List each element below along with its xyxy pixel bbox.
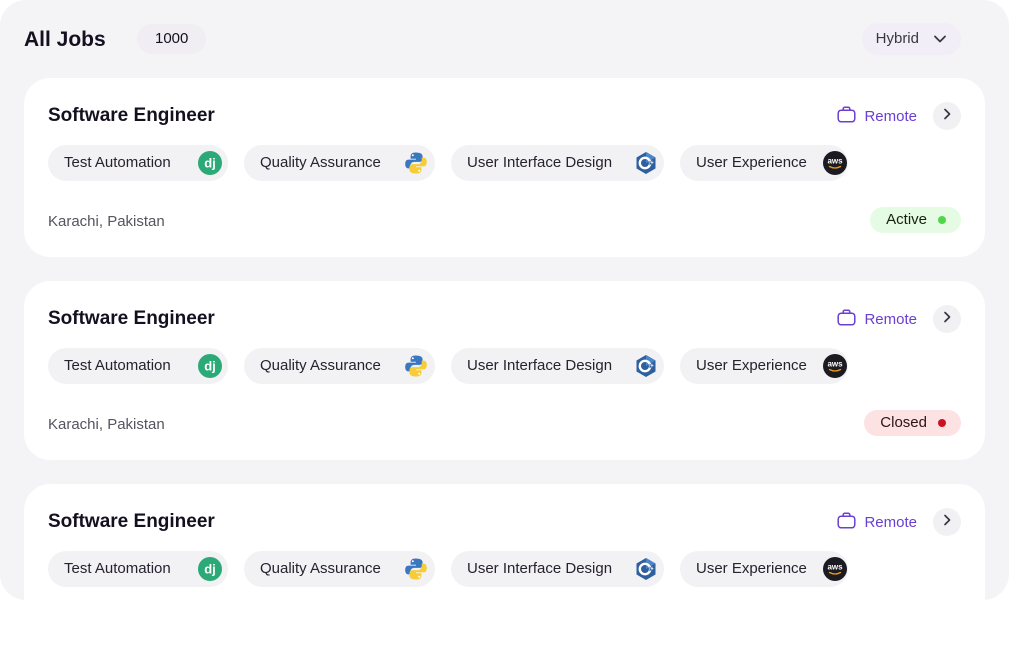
job-card[interactable]: Software Engineer Remote Test Automation…	[24, 484, 985, 663]
job-card[interactable]: Software Engineer Remote Test Automation…	[24, 78, 985, 257]
skill-label: User Interface Design	[467, 154, 613, 171]
open-job-button[interactable]	[933, 102, 961, 130]
job-count-badge: 1000	[137, 24, 207, 54]
skill-label: Quality Assurance	[260, 560, 381, 577]
skill-label: User Experience	[696, 357, 807, 374]
skill-label: Test Automation	[64, 357, 171, 374]
skill-label: User Interface Design	[467, 560, 613, 577]
briefcase-icon	[837, 512, 857, 533]
skill-label: Quality Assurance	[260, 357, 381, 374]
open-job-button[interactable]	[933, 508, 961, 536]
chevron-right-icon	[941, 107, 953, 125]
skill-chip[interactable]: User Experience aws	[680, 145, 848, 181]
skill-label: User Experience	[696, 154, 807, 171]
jobs-header: All Jobs 1000 Hybrid	[24, 22, 961, 56]
job-title: Software Engineer	[48, 105, 215, 126]
python-icon	[404, 354, 428, 378]
svg-text:dj: dj	[204, 359, 216, 374]
svg-text:+: +	[650, 567, 654, 573]
briefcase-icon	[837, 309, 857, 330]
work-type-link[interactable]: Remote	[837, 106, 917, 127]
work-type-label: Remote	[864, 108, 917, 125]
django-icon: dj	[198, 557, 222, 581]
status-label: Closed	[880, 414, 927, 431]
work-type-link[interactable]: Remote	[837, 309, 917, 330]
django-icon: dj	[198, 151, 222, 175]
svg-text:aws: aws	[827, 563, 843, 572]
python-icon	[404, 151, 428, 175]
svg-text:aws: aws	[827, 157, 843, 166]
skill-label: Test Automation	[64, 154, 171, 171]
cpp-icon: +	[634, 354, 658, 378]
job-card[interactable]: Software Engineer Remote Test Automation…	[24, 281, 985, 460]
skill-label: User Interface Design	[467, 357, 613, 374]
status-dot	[938, 216, 946, 224]
svg-text:aws: aws	[827, 360, 843, 369]
work-type-link[interactable]: Remote	[837, 512, 917, 533]
skill-chip[interactable]: User Interface Design +	[451, 551, 664, 587]
skill-label: User Experience	[696, 560, 807, 577]
work-type-label: Remote	[864, 311, 917, 328]
skill-chip[interactable]: Quality Assurance	[244, 348, 435, 384]
job-title: Software Engineer	[48, 511, 215, 532]
chevron-down-icon	[933, 32, 947, 46]
cpp-icon: +	[634, 151, 658, 175]
chevron-right-icon	[941, 310, 953, 328]
cpp-icon: +	[634, 557, 658, 581]
open-job-button[interactable]	[933, 305, 961, 333]
skill-chip[interactable]: Quality Assurance	[244, 551, 435, 587]
svg-text:+: +	[650, 364, 654, 370]
filter-selected-value: Hybrid	[875, 30, 919, 47]
svg-text:dj: dj	[204, 562, 216, 577]
aws-icon: aws	[823, 557, 847, 581]
svg-text:dj: dj	[204, 156, 216, 171]
page-title: All Jobs	[24, 28, 106, 51]
status-dot	[938, 419, 946, 427]
status-label: Active	[886, 211, 927, 228]
skill-chip[interactable]: Test Automation dj	[48, 145, 228, 181]
skill-chip[interactable]: User Experience aws	[680, 348, 848, 384]
jobs-panel: All Jobs 1000 Hybrid Software Engineer R…	[0, 0, 1009, 663]
skill-chip[interactable]: Quality Assurance	[244, 145, 435, 181]
skill-chip[interactable]: Test Automation dj	[48, 348, 228, 384]
skill-label: Test Automation	[64, 560, 171, 577]
status-badge: Closed	[864, 410, 961, 436]
job-location: Karachi, Pakistan	[48, 416, 165, 433]
work-type-label: Remote	[864, 514, 917, 531]
aws-icon: aws	[823, 151, 847, 175]
job-location: Karachi, Pakistan	[48, 213, 165, 230]
status-badge: Active	[870, 207, 961, 233]
python-icon	[404, 557, 428, 581]
aws-icon: aws	[823, 354, 847, 378]
job-title: Software Engineer	[48, 308, 215, 329]
svg-text:+: +	[650, 161, 654, 167]
django-icon: dj	[198, 354, 222, 378]
skill-chip[interactable]: User Experience aws	[680, 551, 848, 587]
skill-chip[interactable]: User Interface Design +	[451, 145, 664, 181]
skill-label: Quality Assurance	[260, 154, 381, 171]
work-type-filter-dropdown[interactable]: Hybrid	[861, 23, 961, 55]
chevron-right-icon	[941, 513, 953, 531]
briefcase-icon	[837, 106, 857, 127]
skill-chip[interactable]: Test Automation dj	[48, 551, 228, 587]
skill-chip[interactable]: User Interface Design +	[451, 348, 664, 384]
